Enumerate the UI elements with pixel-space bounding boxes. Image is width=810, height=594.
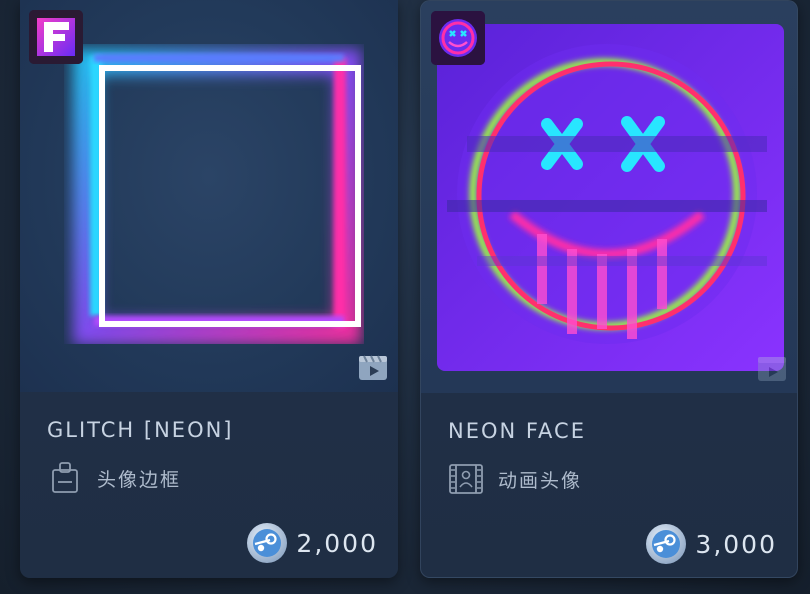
- neon-face-artwork: [437, 24, 784, 371]
- price-button[interactable]: 2,000: [246, 522, 378, 564]
- face-badge-icon: [431, 11, 485, 65]
- item-title: NEON FACE: [448, 419, 586, 443]
- item-type-row: 头像边框: [47, 458, 181, 498]
- neon-frame-artwork: [73, 49, 361, 344]
- steam-points-coin-icon: [646, 524, 687, 564]
- steam-points-coin-icon: [247, 523, 288, 563]
- animated-avatar-film-icon: [449, 464, 483, 494]
- item-preview[interactable]: [20, 0, 398, 392]
- shop-item-card-neon-face[interactable]: NEON FACE 动画头像 3,000: [420, 0, 798, 578]
- item-price: 2,000: [296, 528, 378, 558]
- frame-badge-icon: [29, 10, 83, 64]
- item-price: 3,000: [695, 529, 777, 559]
- video-preview-icon[interactable]: [757, 353, 787, 383]
- item-type-label: 动画头像: [498, 469, 583, 492]
- points-shop-grid: GLITCH [NEON] 头像边框 2,000 NEON FACE 动画头像 …: [0, 0, 810, 594]
- price-button[interactable]: 3,000: [645, 523, 777, 565]
- avatar-frame-icon: [52, 462, 78, 493]
- item-preview[interactable]: [421, 1, 797, 393]
- shop-item-card-glitch-neon[interactable]: GLITCH [NEON] 头像边框 2,000: [20, 0, 398, 578]
- video-preview-icon[interactable]: [358, 352, 388, 382]
- item-info: GLITCH [NEON] 头像边框 2,000: [20, 392, 398, 578]
- item-type-row: 动画头像: [448, 459, 582, 499]
- item-title: GLITCH [NEON]: [47, 418, 234, 442]
- item-type-label: 头像边框: [97, 468, 182, 491]
- item-info: NEON FACE 动画头像 3,000: [421, 393, 797, 577]
